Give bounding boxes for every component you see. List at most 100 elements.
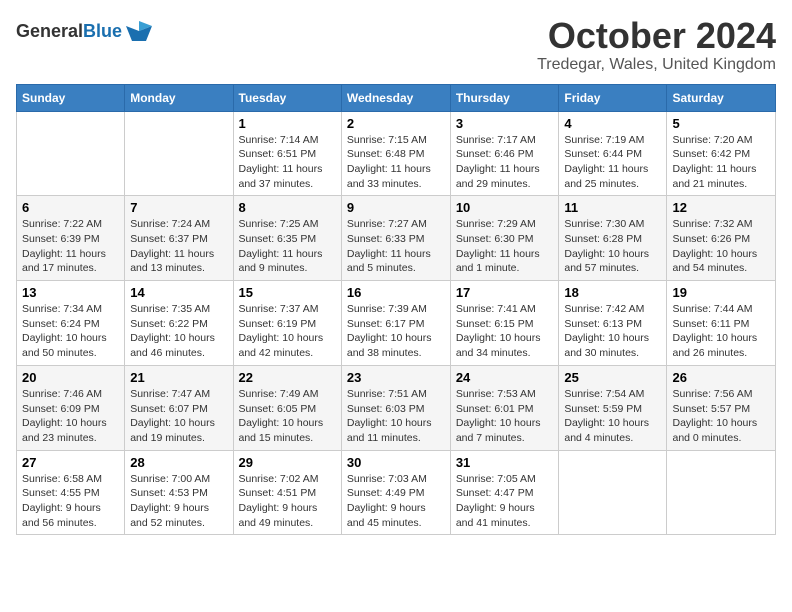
calendar-cell: 29 Sunrise: 7:02 AMSunset: 4:51 PMDayligh…	[233, 450, 341, 535]
calendar-cell: 28Sunrise: 7:00 AMSunset: 4:53 PMDayligh…	[125, 450, 233, 535]
day-number: 16	[347, 285, 445, 300]
title-block: October 2024 Tredegar, Wales, United Kin…	[537, 16, 776, 74]
calendar-week-row: 1Sunrise: 7:14 AMSunset: 6:51 PMDaylight…	[17, 111, 776, 196]
calendar-cell: 25Sunrise: 7:54 AMSunset: 5:59 PMDayligh…	[559, 365, 667, 450]
calendar-cell: 16 Sunrise: 7:39 AMSunset: 6:17 PMDayligh…	[341, 281, 450, 366]
calendar-cell: 13 Sunrise: 7:34 AMSunset: 6:24 PMDayligh…	[17, 281, 125, 366]
calendar-cell: 7 Sunrise: 7:24 AMSunset: 6:37 PMDaylight…	[125, 196, 233, 281]
day-number: 19	[672, 285, 770, 300]
day-info: Sunrise: 7:03 AMSunset: 4:49 PMDaylight:…	[347, 472, 445, 531]
day-number: 4	[564, 116, 661, 131]
calendar-cell: 27 Sunrise: 6:58 AMSunset: 4:55 PMDayligh…	[17, 450, 125, 535]
day-number: 12	[672, 200, 770, 215]
calendar-cell	[559, 450, 667, 535]
logo-icon	[124, 16, 154, 46]
day-number: 8	[239, 200, 336, 215]
calendar-cell: 17 Sunrise: 7:41 AMSunset: 6:15 PMDayligh…	[450, 281, 559, 366]
calendar-cell	[17, 111, 125, 196]
day-info: Sunrise: 7:22 AMSunset: 6:39 PMDaylight:…	[22, 217, 119, 276]
day-number: 17	[456, 285, 554, 300]
calendar-cell: 11Sunrise: 7:30 AMSunset: 6:28 PMDayligh…	[559, 196, 667, 281]
calendar-header-wednesday: Wednesday	[341, 84, 450, 111]
day-number: 13	[22, 285, 119, 300]
day-number: 29	[239, 455, 336, 470]
calendar-cell: 4 Sunrise: 7:19 AMSunset: 6:44 PMDaylight…	[559, 111, 667, 196]
day-number: 27	[22, 455, 119, 470]
day-number: 23	[347, 370, 445, 385]
logo: GeneralBlue	[16, 16, 154, 46]
calendar-cell: 2Sunrise: 7:15 AMSunset: 6:48 PMDaylight…	[341, 111, 450, 196]
day-info: Sunrise: 7:24 AMSunset: 6:37 PMDaylight:…	[130, 217, 227, 276]
calendar-table: SundayMondayTuesdayWednesdayThursdayFrid…	[16, 84, 776, 536]
day-info: Sunrise: 6:58 AMSunset: 4:55 PMDaylight:…	[22, 472, 119, 531]
day-number: 20	[22, 370, 119, 385]
day-info: Sunrise: 7:46 AMSunset: 6:09 PMDaylight:…	[22, 387, 119, 446]
day-info: Sunrise: 7:19 AMSunset: 6:44 PMDaylight:…	[564, 133, 661, 192]
day-number: 22	[239, 370, 336, 385]
day-number: 3	[456, 116, 554, 131]
day-info: Sunrise: 7:14 AMSunset: 6:51 PMDaylight:…	[239, 133, 336, 192]
day-number: 18	[564, 285, 661, 300]
day-number: 10	[456, 200, 554, 215]
calendar-week-row: 27 Sunrise: 6:58 AMSunset: 4:55 PMDayligh…	[17, 450, 776, 535]
day-info: Sunrise: 7:56 AMSunset: 5:57 PMDaylight:…	[672, 387, 770, 446]
calendar-cell: 9 Sunrise: 7:27 AMSunset: 6:33 PMDaylight…	[341, 196, 450, 281]
logo-general: General	[16, 21, 83, 41]
calendar-week-row: 20 Sunrise: 7:46 AMSunset: 6:09 PMDayligh…	[17, 365, 776, 450]
calendar-cell: 24Sunrise: 7:53 AMSunset: 6:01 PMDayligh…	[450, 365, 559, 450]
day-number: 7	[130, 200, 227, 215]
day-info: Sunrise: 7:49 AMSunset: 6:05 PMDaylight:…	[239, 387, 336, 446]
day-info: Sunrise: 7:34 AMSunset: 6:24 PMDaylight:…	[22, 302, 119, 361]
calendar-cell: 3 Sunrise: 7:17 AMSunset: 6:46 PMDaylight…	[450, 111, 559, 196]
calendar-week-row: 6 Sunrise: 7:22 AMSunset: 6:39 PMDaylight…	[17, 196, 776, 281]
calendar-cell: 19 Sunrise: 7:44 AMSunset: 6:11 PMDayligh…	[667, 281, 776, 366]
day-info: Sunrise: 7:39 AMSunset: 6:17 PMDaylight:…	[347, 302, 445, 361]
calendar-cell: 18Sunrise: 7:42 AMSunset: 6:13 PMDayligh…	[559, 281, 667, 366]
month-title: October 2024	[537, 16, 776, 56]
calendar-cell: 5Sunrise: 7:20 AMSunset: 6:42 PMDaylight…	[667, 111, 776, 196]
day-info: Sunrise: 7:54 AMSunset: 5:59 PMDaylight:…	[564, 387, 661, 446]
day-number: 9	[347, 200, 445, 215]
day-info: Sunrise: 7:05 AMSunset: 4:47 PMDaylight:…	[456, 472, 554, 531]
calendar-header-monday: Monday	[125, 84, 233, 111]
day-info: Sunrise: 7:02 AMSunset: 4:51 PMDaylight:…	[239, 472, 336, 531]
calendar-cell: 26 Sunrise: 7:56 AMSunset: 5:57 PMDayligh…	[667, 365, 776, 450]
day-number: 14	[130, 285, 227, 300]
day-info: Sunrise: 7:37 AMSunset: 6:19 PMDaylight:…	[239, 302, 336, 361]
logo-blue: Blue	[83, 21, 122, 41]
calendar-header-tuesday: Tuesday	[233, 84, 341, 111]
day-info: Sunrise: 7:41 AMSunset: 6:15 PMDaylight:…	[456, 302, 554, 361]
day-info: Sunrise: 7:27 AMSunset: 6:33 PMDaylight:…	[347, 217, 445, 276]
day-info: Sunrise: 7:51 AMSunset: 6:03 PMDaylight:…	[347, 387, 445, 446]
day-info: Sunrise: 7:25 AMSunset: 6:35 PMDaylight:…	[239, 217, 336, 276]
calendar-cell: 10Sunrise: 7:29 AMSunset: 6:30 PMDayligh…	[450, 196, 559, 281]
calendar-cell: 1Sunrise: 7:14 AMSunset: 6:51 PMDaylight…	[233, 111, 341, 196]
calendar-header-row: SundayMondayTuesdayWednesdayThursdayFrid…	[17, 84, 776, 111]
day-info: Sunrise: 7:35 AMSunset: 6:22 PMDaylight:…	[130, 302, 227, 361]
day-info: Sunrise: 7:30 AMSunset: 6:28 PMDaylight:…	[564, 217, 661, 276]
calendar-cell: 31 Sunrise: 7:05 AMSunset: 4:47 PMDayligh…	[450, 450, 559, 535]
logo-text: GeneralBlue	[16, 21, 122, 42]
calendar-cell: 23 Sunrise: 7:51 AMSunset: 6:03 PMDayligh…	[341, 365, 450, 450]
calendar-cell: 20 Sunrise: 7:46 AMSunset: 6:09 PMDayligh…	[17, 365, 125, 450]
day-number: 26	[672, 370, 770, 385]
day-info: Sunrise: 7:44 AMSunset: 6:11 PMDaylight:…	[672, 302, 770, 361]
calendar-cell: 8 Sunrise: 7:25 AMSunset: 6:35 PMDaylight…	[233, 196, 341, 281]
day-number: 31	[456, 455, 554, 470]
day-number: 30	[347, 455, 445, 470]
calendar-cell: 22 Sunrise: 7:49 AMSunset: 6:05 PMDayligh…	[233, 365, 341, 450]
calendar-week-row: 13 Sunrise: 7:34 AMSunset: 6:24 PMDayligh…	[17, 281, 776, 366]
day-number: 6	[22, 200, 119, 215]
calendar-cell	[667, 450, 776, 535]
day-number: 5	[672, 116, 770, 131]
calendar-header-sunday: Sunday	[17, 84, 125, 111]
calendar-cell: 15Sunrise: 7:37 AMSunset: 6:19 PMDayligh…	[233, 281, 341, 366]
day-info: Sunrise: 7:32 AMSunset: 6:26 PMDaylight:…	[672, 217, 770, 276]
calendar-cell: 6 Sunrise: 7:22 AMSunset: 6:39 PMDaylight…	[17, 196, 125, 281]
day-info: Sunrise: 7:17 AMSunset: 6:46 PMDaylight:…	[456, 133, 554, 192]
day-info: Sunrise: 7:47 AMSunset: 6:07 PMDaylight:…	[130, 387, 227, 446]
calendar-cell	[125, 111, 233, 196]
day-info: Sunrise: 7:53 AMSunset: 6:01 PMDaylight:…	[456, 387, 554, 446]
day-info: Sunrise: 7:00 AMSunset: 4:53 PMDaylight:…	[130, 472, 227, 531]
calendar-header-friday: Friday	[559, 84, 667, 111]
